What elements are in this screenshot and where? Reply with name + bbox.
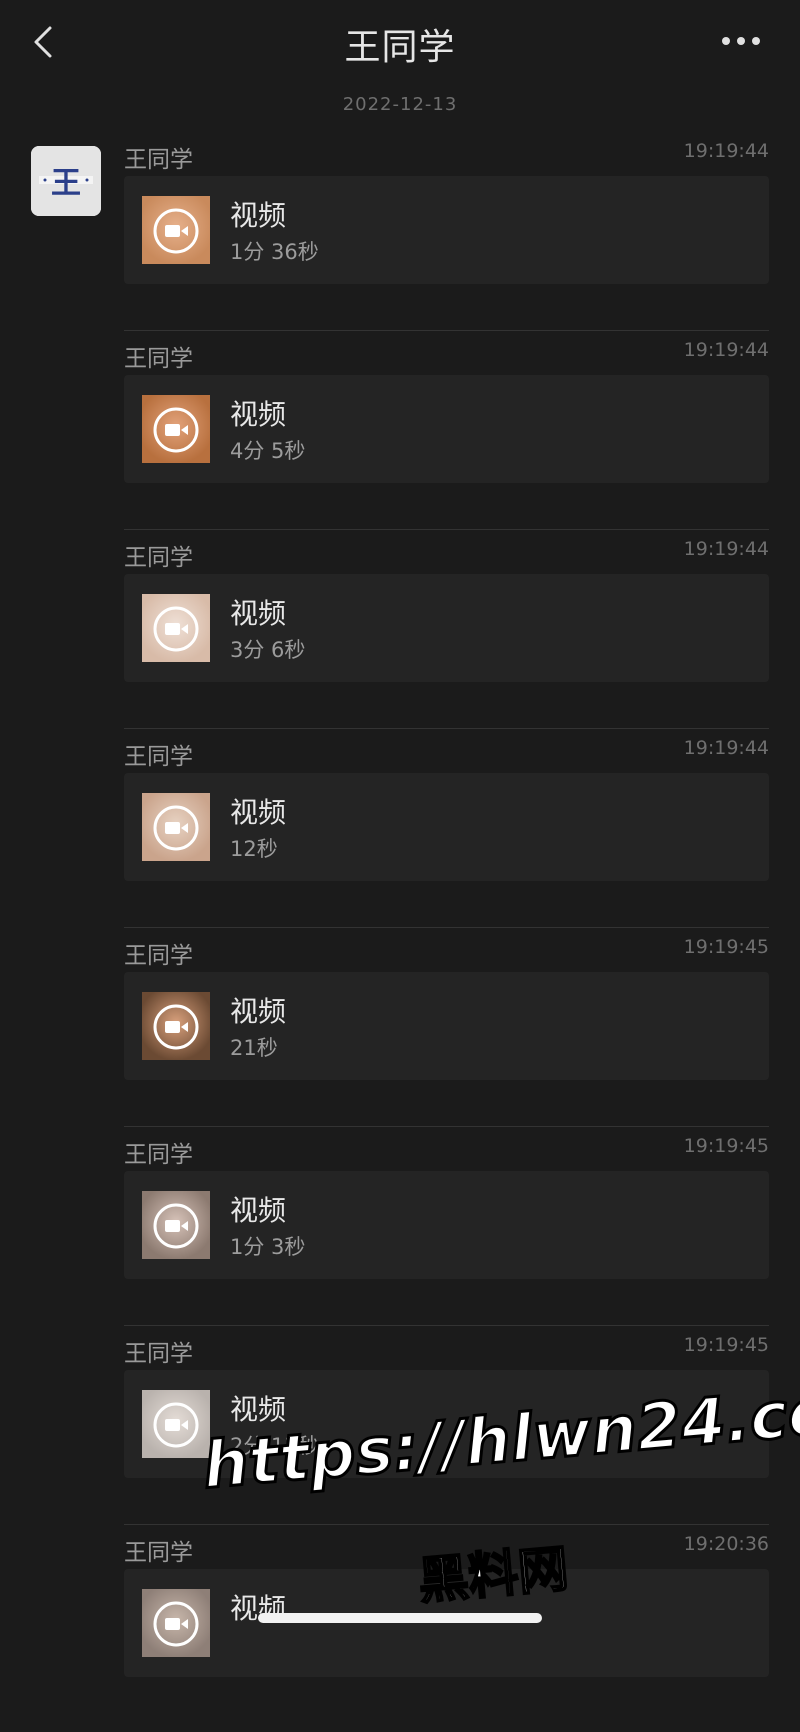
- video-duration: 1分 36秒: [230, 240, 319, 264]
- video-thumbnail[interactable]: [142, 196, 210, 264]
- message-sender: 王同学: [124, 744, 193, 770]
- message-sender: 王同学: [124, 346, 193, 372]
- video-duration: 3分 6秒: [230, 638, 306, 662]
- video-camera-icon: [153, 1601, 199, 1647]
- video-camera-icon: [153, 407, 199, 453]
- video-label: 视频: [230, 398, 287, 431]
- video-duration: 2分 13秒: [230, 1434, 319, 1458]
- video-thumbnail[interactable]: [142, 793, 210, 861]
- date-separator: 2022-12-13: [342, 94, 458, 115]
- avatar-label: 王: [51, 166, 81, 201]
- message-time: 19:19:44: [683, 538, 769, 560]
- message-divider: [124, 1524, 769, 1525]
- video-label: 视频: [230, 796, 287, 829]
- message-sender: 王同学: [124, 943, 193, 969]
- message-time: 19:19:44: [683, 140, 769, 162]
- message-time: 19:19:45: [683, 936, 769, 958]
- message-divider: [124, 728, 769, 729]
- message-divider: [124, 1126, 769, 1127]
- more-options-button[interactable]: [716, 26, 766, 56]
- video-message-card[interactable]: 视频 1分 36秒: [124, 176, 769, 284]
- home-indicator[interactable]: [258, 1613, 542, 1623]
- video-message-card[interactable]: 视频: [124, 1569, 769, 1677]
- message-sender: 王同学: [124, 1341, 193, 1367]
- video-duration: 1分 3秒: [230, 1235, 306, 1259]
- message-time: 19:20:36: [683, 1533, 769, 1555]
- message-time: 19:19:45: [683, 1334, 769, 1356]
- video-label: 视频: [230, 995, 287, 1028]
- back-button[interactable]: [24, 22, 64, 62]
- video-thumbnail[interactable]: [142, 1589, 210, 1657]
- chat-message: 王同学 19:19:45 视频 21秒: [124, 936, 769, 1135]
- video-message-card[interactable]: 视频 21秒: [124, 972, 769, 1080]
- chat-message: 王同学 19:19:44 视频 3分 6秒: [124, 538, 769, 737]
- video-thumbnail[interactable]: [142, 1191, 210, 1259]
- video-label: 视频: [230, 1194, 287, 1227]
- video-duration: 21秒: [230, 1036, 278, 1060]
- video-thumbnail[interactable]: [142, 594, 210, 662]
- chat-message: 王同学 19:19:44 视频 1分 36秒: [124, 140, 769, 339]
- chat-message: 王同学 19:19:45 视频 1分 3秒: [124, 1135, 769, 1334]
- video-camera-icon: [153, 1203, 199, 1249]
- message-sender: 王同学: [124, 1540, 193, 1566]
- video-camera-icon: [153, 208, 199, 254]
- video-label: 视频: [230, 597, 287, 630]
- video-message-card[interactable]: 视频 1分 3秒: [124, 1171, 769, 1279]
- video-message-card[interactable]: 视频 12秒: [124, 773, 769, 881]
- video-message-card[interactable]: 视频 3分 6秒: [124, 574, 769, 682]
- chevron-left-icon: [34, 26, 52, 58]
- message-time: 19:19:45: [683, 1135, 769, 1157]
- video-camera-icon: [153, 606, 199, 652]
- sender-avatar[interactable]: 王: [31, 146, 101, 216]
- message-divider: [124, 1325, 769, 1326]
- chat-message: 王同学 19:19:45 视频 2分 13秒: [124, 1334, 769, 1533]
- message-sender: 王同学: [124, 147, 193, 173]
- video-thumbnail[interactable]: [142, 1390, 210, 1458]
- video-label: 视频: [230, 1393, 287, 1426]
- chat-message: 王同学 19:19:44 视频 4分 5秒: [124, 339, 769, 538]
- message-divider: [124, 927, 769, 928]
- message-time: 19:19:44: [683, 737, 769, 759]
- video-camera-icon: [153, 1004, 199, 1050]
- video-camera-icon: [153, 805, 199, 851]
- video-thumbnail[interactable]: [142, 395, 210, 463]
- chat-header: 王同学: [0, 0, 800, 88]
- message-sender: 王同学: [124, 1142, 193, 1168]
- video-duration: 12秒: [230, 837, 278, 861]
- chat-message: 王同学 19:19:44 视频 12秒: [124, 737, 769, 936]
- message-divider: [124, 529, 769, 530]
- chat-message: 王同学 19:20:36 视频: [124, 1533, 769, 1732]
- video-message-card[interactable]: 视频 2分 13秒: [124, 1370, 769, 1478]
- message-divider: [124, 330, 769, 331]
- avatar-logo-icon: 王: [31, 146, 101, 216]
- video-duration: 4分 5秒: [230, 439, 306, 463]
- message-time: 19:19:44: [683, 339, 769, 361]
- message-sender: 王同学: [124, 545, 193, 571]
- more-dots-icon: [722, 37, 760, 45]
- chat-title: 王同学: [344, 27, 456, 68]
- video-message-card[interactable]: 视频 4分 5秒: [124, 375, 769, 483]
- video-thumbnail[interactable]: [142, 992, 210, 1060]
- video-camera-icon: [153, 1402, 199, 1448]
- video-label: 视频: [230, 199, 287, 232]
